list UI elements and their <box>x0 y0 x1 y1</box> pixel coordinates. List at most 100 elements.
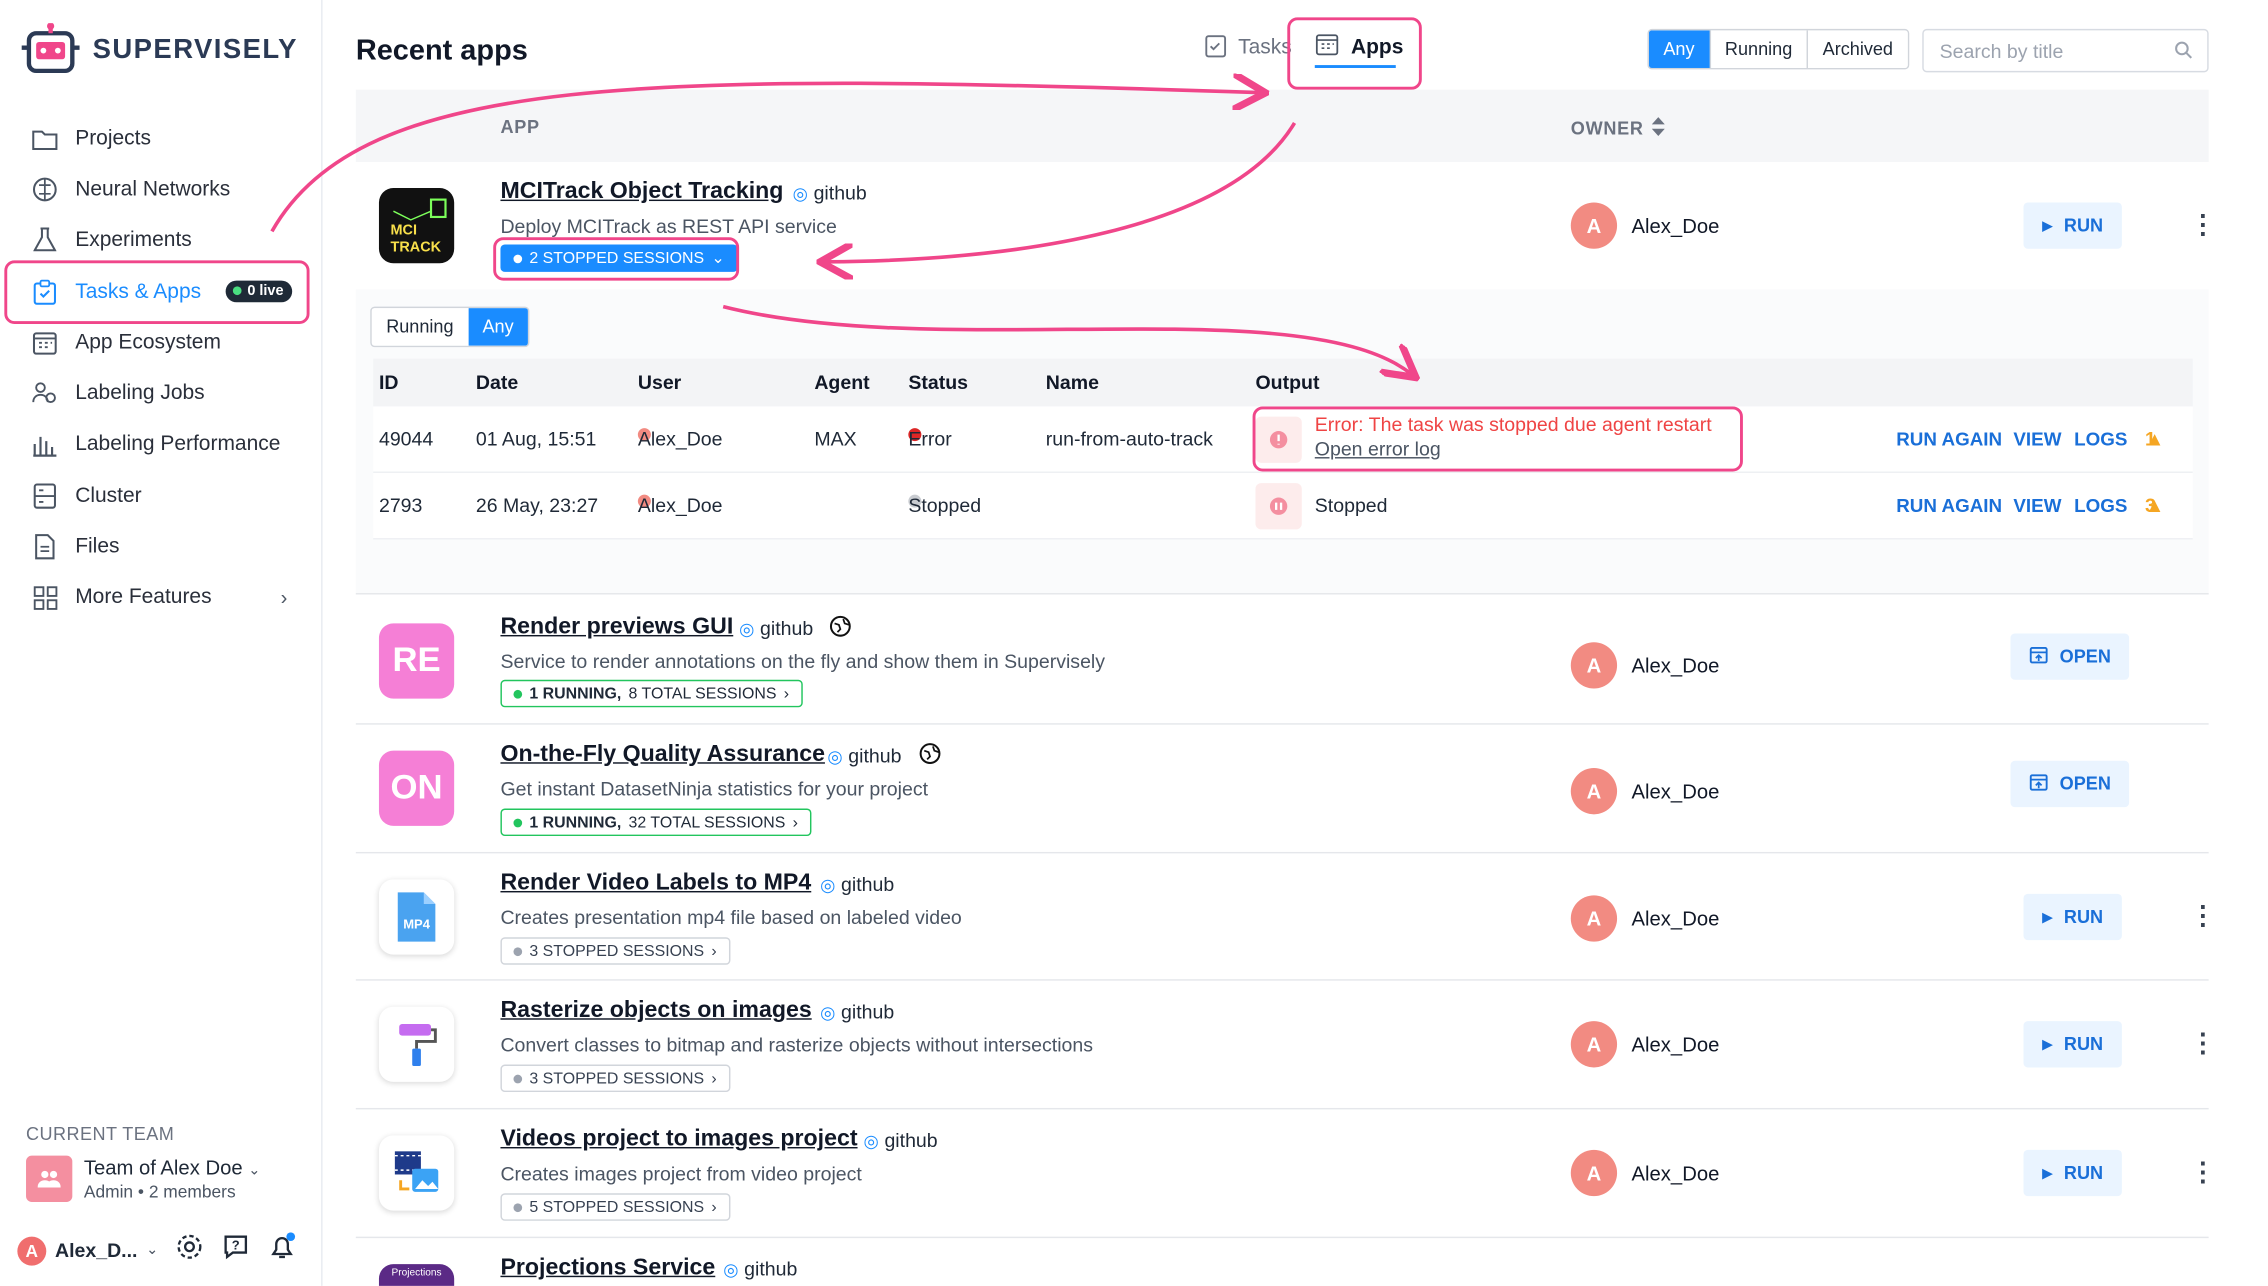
view-link[interactable]: VIEW <box>2013 495 2061 517</box>
app-description: Deploy MCITrack as REST API service <box>500 215 837 238</box>
sessions-table-header: ID Date User Agent Status Name Output <box>373 358 2193 407</box>
column-name: Name <box>1045 371 1099 394</box>
owner: A Alex_Doe <box>1570 202 1720 249</box>
app-name-link[interactable]: MCITrack Object Tracking <box>500 179 783 205</box>
sessions-badge[interactable]: 1 RUNNING, 8 TOTAL SESSIONS › <box>500 679 803 708</box>
robot-logo-icon <box>21 23 80 74</box>
run-again-link[interactable]: RUN AGAIN <box>1896 428 2002 450</box>
more-menu-icon[interactable]: ⋮ <box>2190 211 2216 237</box>
more-menu-icon[interactable]: ⋮ <box>2190 903 2216 929</box>
app-name-link[interactable]: On-the-Fly Quality Assurance <box>500 742 824 768</box>
play-icon: ▶ <box>2042 1165 2053 1180</box>
sidebar-item-label: Labeling Jobs <box>75 382 205 406</box>
sidebar-item-labeling-performance[interactable]: Labeling Performance <box>0 419 323 470</box>
app-description: Convert classes to bitmap and rasterize … <box>500 1034 1094 1056</box>
sidebar-item-cluster[interactable]: Cluster <box>0 470 323 521</box>
sidebar-item-app-ecosystem[interactable]: App Ecosystem <box>0 317 323 368</box>
svg-text:MCI: MCI <box>391 222 418 238</box>
filter-running[interactable]: Running <box>371 308 469 346</box>
github-link[interactable]: ◎ github <box>820 874 894 896</box>
more-menu-icon[interactable]: ⋮ <box>2190 1159 2216 1185</box>
sidebar-item-files[interactable]: Files <box>0 521 323 572</box>
app-name-link[interactable]: Projections Service <box>500 1255 715 1281</box>
stopped-icon <box>1255 483 1302 530</box>
highlight-sessions-badge <box>493 237 740 281</box>
status-dot-icon <box>513 689 523 698</box>
play-icon: ▶ <box>2042 217 2053 233</box>
filter-any[interactable]: Any <box>1648 30 1711 68</box>
sessions-badge[interactable]: 5 STOPPED SESSIONS › <box>500 1193 730 1221</box>
github-link[interactable]: ◎ github <box>827 745 901 767</box>
app-name-link[interactable]: Render Video Labels to MP4 <box>500 871 811 897</box>
sidebar-item-label: Labeling Performance <box>75 433 281 457</box>
github-link[interactable]: ◎ github <box>793 182 867 204</box>
app-row: Rasterize objects on images ◎ github Conv… <box>355 981 2216 1110</box>
run-button[interactable]: ▶ RUN <box>2023 893 2122 941</box>
run-again-link[interactable]: RUN AGAIN <box>1896 495 2002 517</box>
github-link[interactable]: ◎ github <box>739 618 813 640</box>
logs-link[interactable]: LOGS <box>2074 428 2127 450</box>
bar-chart-icon <box>32 432 58 458</box>
chevron-down-icon: ⌄ <box>248 1162 261 1179</box>
github-link[interactable]: ◎ github <box>723 1258 797 1280</box>
github-link[interactable]: ◎ github <box>864 1130 938 1152</box>
tab-label: Tasks <box>1238 36 1292 60</box>
column-app: APP <box>500 117 540 138</box>
chevron-right-icon: › <box>711 1198 717 1216</box>
calendar-grid-icon <box>32 330 58 356</box>
paint-roller-icon <box>378 1006 455 1082</box>
user-menu[interactable]: A Alex_D... ⌄ <box>17 1235 158 1265</box>
owner-name: Alex_Doe <box>1631 214 1720 238</box>
app-row: ON On-the-Fly Quality Assurance ◎ github … <box>355 725 2209 854</box>
sidebar-item-label: More Features <box>75 586 212 610</box>
sidebar-item-projects[interactable]: Projects <box>0 113 323 164</box>
github-link[interactable]: ◎ github <box>820 1001 894 1023</box>
sessions-badge[interactable]: 1 RUNNING, 32 TOTAL SESSIONS › <box>500 808 811 837</box>
sidebar-item-labeling-jobs[interactable]: Labeling Jobs <box>0 368 323 419</box>
logs-link[interactable]: LOGS <box>2074 495 2127 517</box>
avatar: A <box>17 1235 47 1265</box>
gear-icon[interactable] <box>176 1232 205 1268</box>
owner: A Alex_Doe <box>1570 642 1719 689</box>
video-to-image-icon <box>378 1135 455 1211</box>
people-icon <box>32 381 58 407</box>
user-bar: A Alex_D... ⌄ ? <box>17 1232 297 1268</box>
globe-icon <box>829 615 852 645</box>
filter-archived[interactable]: Archived <box>1808 30 1908 68</box>
run-button[interactable]: ▶ RUN <box>2023 1021 2122 1068</box>
sidebar-item-more-features[interactable]: More Features › <box>0 572 323 623</box>
status-dot-icon <box>513 1073 523 1083</box>
run-button[interactable]: ▶ RUN <box>2023 202 2122 249</box>
view-link[interactable]: VIEW <box>2013 428 2061 450</box>
search-input[interactable]: Search by title <box>1922 28 2209 73</box>
svg-text:TRACK: TRACK <box>391 240 442 256</box>
owner-name: Alex_Doe <box>1631 1032 1720 1056</box>
bell-icon[interactable] <box>268 1232 297 1268</box>
brand-logo[interactable]: SUPERVISELY <box>20 23 298 78</box>
run-button[interactable]: ▶ RUN <box>2023 1149 2122 1197</box>
open-button[interactable]: OPEN <box>2010 760 2130 808</box>
column-id: ID <box>378 371 399 394</box>
sidebar-item-experiments[interactable]: Experiments <box>0 215 323 266</box>
column-status: Status <box>908 371 969 394</box>
tab-tasks[interactable]: Tasks <box>1205 32 1292 64</box>
more-menu-icon[interactable]: ⋮ <box>2190 1030 2216 1056</box>
help-icon[interactable]: ? <box>222 1232 251 1268</box>
sidebar-item-label: App Ecosystem <box>75 330 221 355</box>
open-window-icon <box>2029 646 2048 668</box>
sessions-badge[interactable]: 3 STOPPED SESSIONS › <box>500 1064 730 1093</box>
play-icon: ▶ <box>2042 1036 2053 1051</box>
session-id: 2793 <box>378 494 423 517</box>
app-name-link[interactable]: Rasterize objects on images <box>500 998 811 1024</box>
team-switcher[interactable]: Team of Alex Doe ⌄ Admin • 2 members <box>26 1155 261 1202</box>
mp4-file-icon: MP4 <box>378 879 455 955</box>
app-name-link[interactable]: Render previews GUI <box>500 615 733 641</box>
open-button[interactable]: OPEN <box>2010 633 2130 680</box>
filter-any[interactable]: Any <box>468 308 529 346</box>
column-owner[interactable]: OWNER <box>1571 117 1666 140</box>
sessions-badge[interactable]: 3 STOPPED SESSIONS › <box>500 937 730 965</box>
filter-running[interactable]: Running <box>1710 30 1809 68</box>
app-name-link[interactable]: Videos project to images project <box>500 1127 857 1153</box>
sidebar-item-neural-networks[interactable]: Neural Networks <box>0 164 323 215</box>
owner: A Alex_Doe <box>1570 1021 1720 1068</box>
